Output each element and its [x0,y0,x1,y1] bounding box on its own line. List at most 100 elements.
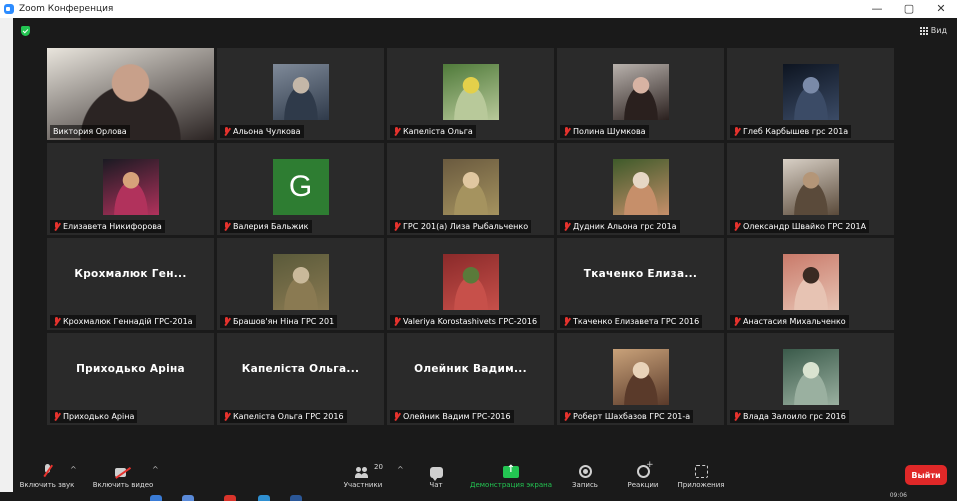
participant-avatar [612,349,669,405]
audio-options-caret-icon[interactable]: ^ [70,465,77,474]
participant-name-label: Ткаченко Елизавета ГРС 2016 [560,315,703,328]
participant-name: Олейник Вадим ГРС-2016 [403,412,511,421]
video-options-caret-icon[interactable]: ^ [152,465,159,474]
apps-icon [694,465,708,478]
muted-mic-icon [733,317,740,326]
participant-tile[interactable]: Крохмалюк Ген... Крохмалюк Геннадій ГРС-2… [47,238,214,330]
participant-tile[interactable]: Брашов'ян Ніна ГРС 201 [217,238,384,330]
unmute-label: Включить звук [19,481,75,489]
leave-button[interactable]: Выйти [905,465,947,485]
participant-name-label: Анастасия Михальченко [730,315,849,328]
muted-mic-icon [733,222,740,231]
reactions-label: Реакции [627,481,659,489]
participant-tile[interactable]: Олейник Вадим... Олейник Вадим ГРС-2016 [387,333,554,425]
participant-display-name: Крохмалюк Ген... [74,268,187,280]
participants-options-caret-icon[interactable]: ^ [397,465,404,474]
participant-tile[interactable]: Полина Шумкова [557,48,724,140]
participant-name: Капеліста Ольга ГРС 2016 [233,412,344,421]
participant-name: ГРС 201(а) Лиза Рыбальченко [403,222,529,231]
minimize-button[interactable]: — [861,0,893,18]
participant-avatar [442,159,499,215]
record-button[interactable]: Запись [565,462,605,492]
participant-tile[interactable]: Приходько Аріна Приходько Аріна [47,333,214,425]
participant-display-name: Капеліста Ольга... [241,363,360,375]
participant-avatar [102,159,159,215]
muted-mic-icon [53,317,60,326]
muted-mic-icon [223,222,230,231]
unmute-button[interactable]: Включить звук [17,462,77,492]
taskbar-clock: 09:06 [889,492,907,499]
security-shield-icon[interactable] [21,26,30,36]
maximize-button[interactable]: ▢ [893,0,925,18]
participants-icon [355,467,371,478]
participant-name: Valeriya Korostashivets ГРС-2016 [403,317,538,326]
participant-avatar [442,254,499,310]
close-button[interactable]: ✕ [925,0,957,18]
participant-name: Альона Чулкова [233,127,301,136]
participant-name-label: Брашов'ян Ніна ГРС 201 [220,315,338,328]
participant-name: Олександр Швайко ГРС 201А [743,222,867,231]
taskbar-telegram-icon[interactable] [258,495,270,501]
participant-tile[interactable]: Альона Чулкова [217,48,384,140]
participant-tile[interactable]: Олександр Швайко ГРС 201А [727,143,894,235]
participant-tile[interactable]: Ткаченко Елиза... Ткаченко Елизавета ГРС … [557,238,724,330]
participant-tile[interactable]: Анастасия Михальченко [727,238,894,330]
participant-tile[interactable]: Роберт Шахбазов ГРС 201-а [557,333,724,425]
participant-name: Приходько Аріна [63,412,135,421]
microphone-muted-icon [42,464,52,478]
taskbar-zoom-icon[interactable] [182,495,194,501]
participant-tile[interactable]: Капеліста Ольга... Капеліста Ольга ГРС 20… [217,333,384,425]
participant-name: Влада Залоило грс 2016 [743,412,846,421]
chat-button[interactable]: Чат [418,462,454,492]
participant-avatar [782,349,839,405]
participant-avatar [612,64,669,120]
muted-mic-icon [223,412,230,421]
taskbar-word-icon[interactable] [290,495,302,501]
muted-mic-icon [733,412,740,421]
participant-tile[interactable]: Дудник Альона грс 201а [557,143,724,235]
chat-bubble-icon [429,467,443,481]
participant-name-label: Valeriya Korostashivets ГРС-2016 [390,315,541,328]
participant-name: Полина Шумкова [573,127,646,136]
muted-mic-icon [53,222,60,231]
participant-name-label: Влада Залоило грс 2016 [730,410,849,423]
reactions-button[interactable]: Реакции [621,460,665,492]
muted-mic-icon [223,317,230,326]
share-screen-label: Демонстрация экрана [470,481,552,489]
participant-tile[interactable]: G Валерия Бальжик [217,143,384,235]
share-screen-button[interactable]: Демонстрация экрана [463,462,559,492]
participant-tile[interactable]: ГРС 201(а) Лиза Рыбальченко [387,143,554,235]
muted-mic-icon [53,412,60,421]
participants-label: Участники [343,481,383,489]
taskbar-browser-icon[interactable] [224,495,236,501]
participant-tile[interactable]: Капеліста Ольга [387,48,554,140]
participant-name-label: Крохмалюк Геннадій ГРС-201а [50,315,196,328]
participant-tile[interactable]: Глеб Карбышев грс 201а [727,48,894,140]
muted-mic-icon [563,412,570,421]
participant-avatar [612,159,669,215]
start-video-button[interactable]: Включить видео [87,462,159,492]
participant-name-label: Капеліста Ольга ГРС 2016 [220,410,347,423]
participant-tile[interactable]: Виктория Орлова [47,48,214,140]
participant-tile[interactable]: Елизавета Никифорова [47,143,214,235]
participant-name: Валерия Бальжик [233,222,309,231]
participant-name: Виктория Орлова [53,127,127,136]
muted-mic-icon [393,412,400,421]
gallery-grid-icon [919,26,928,35]
participant-avatar [272,254,329,310]
participant-avatar [442,64,499,120]
participant-initial-avatar: G [272,159,329,215]
muted-mic-icon [563,317,570,326]
participant-tile[interactable]: Влада Залоило грс 2016 [727,333,894,425]
participant-avatar [272,64,329,120]
apps-button[interactable]: Приложения [673,462,729,492]
view-button[interactable]: Вид [919,26,947,35]
participant-name-label: Олейник Вадим ГРС-2016 [390,410,514,423]
participant-name-label: Олександр Швайко ГРС 201А [730,220,870,233]
participants-count: 20 [374,463,383,471]
muted-mic-icon [393,222,400,231]
participant-name: Дудник Альона грс 201а [573,222,677,231]
taskbar-app-icon[interactable] [150,495,162,501]
participant-tile[interactable]: Valeriya Korostashivets ГРС-2016 [387,238,554,330]
chat-label: Чат [429,481,443,489]
